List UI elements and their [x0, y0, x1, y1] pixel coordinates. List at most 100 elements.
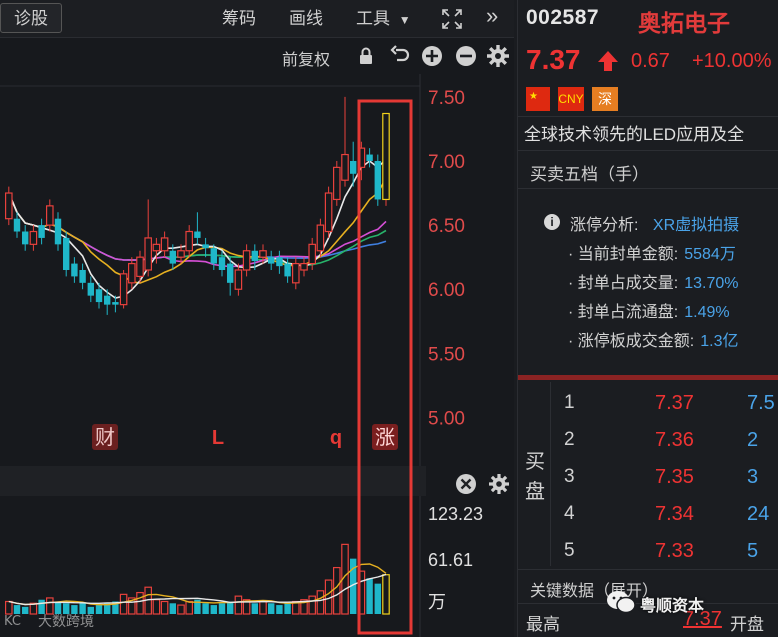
- candle-body: [382, 112, 390, 201]
- volume-bar: [202, 603, 209, 614]
- volume-bar: [259, 600, 267, 615]
- candle-body: [169, 250, 176, 264]
- svg-text:KC: KC: [4, 614, 21, 628]
- bid-level: 5: [564, 540, 575, 561]
- chevron-down-icon: ▼: [398, 13, 411, 27]
- candle-body: [160, 237, 169, 252]
- candle: [268, 250, 275, 270]
- candle-body: [374, 160, 381, 200]
- volume-bar: [185, 600, 194, 615]
- buy-side-label: 买盘: [525, 451, 545, 503]
- volume-bar: [234, 595, 243, 615]
- price-tick-label: 7.50: [428, 88, 465, 109]
- bid-price: 7.35: [655, 466, 694, 488]
- candle-body: [104, 295, 111, 305]
- undo-icon[interactable]: [388, 44, 412, 68]
- candle-body: [350, 160, 357, 174]
- bid-volume: 7.5: [747, 392, 775, 414]
- bid-row[interactable]: 1 7.37 7.5: [551, 384, 778, 421]
- candle-body: [29, 230, 38, 245]
- volume-panel-header: [0, 466, 426, 496]
- company-description[interactable]: 全球技术领先的LED应用及全: [524, 120, 778, 145]
- candle-body: [259, 250, 267, 258]
- candle: [194, 212, 201, 245]
- fullscreen-icon[interactable]: [440, 7, 464, 33]
- volume-bar: [218, 603, 226, 614]
- volume-bar: [227, 601, 234, 614]
- candlestick-chart[interactable]: 7.50 7.00 6.50 6.00 5.50 5.00 123.23 61.61 万 财 Lq…: [0, 74, 514, 637]
- candle: [234, 263, 243, 296]
- tools-button[interactable]: 工具 ▼: [356, 6, 411, 32]
- candle-body: [242, 250, 251, 271]
- draw-line-button[interactable]: 画线: [289, 6, 323, 32]
- diagnose-button[interactable]: 诊股: [0, 3, 62, 33]
- candle-body: [38, 225, 45, 238]
- volume-bar: [366, 578, 373, 614]
- gear-icon[interactable]: [486, 44, 510, 68]
- collapse-button[interactable]: »: [486, 3, 498, 29]
- svg-text:★: ★: [529, 91, 538, 102]
- candle: [54, 212, 62, 251]
- bid-volume: 5: [747, 540, 759, 562]
- volume-bar: [95, 605, 103, 614]
- bid-row[interactable]: 4 7.34 24: [551, 495, 778, 532]
- volume-bar: [22, 606, 29, 614]
- stock-code: 002587: [526, 6, 600, 29]
- candle-body: [177, 250, 185, 258]
- limit-stat-value: 5584万: [684, 246, 736, 263]
- price-change-pct: +10.00%: [692, 50, 772, 72]
- buy-side-column: 买盘: [518, 382, 551, 566]
- volume-bar: [268, 603, 275, 614]
- candle: [185, 225, 194, 258]
- lock-icon[interactable]: [354, 44, 378, 68]
- chips-button[interactable]: 筹码: [222, 6, 256, 32]
- candle-body: [316, 224, 325, 252]
- price-tick-label: 5.50: [428, 344, 465, 365]
- limit-stat-row: · 涨停板成交金额: 1.3亿: [568, 327, 739, 351]
- limit-stat-value: 13.70%: [684, 275, 739, 292]
- bid-price: 7.34: [655, 503, 694, 525]
- bid-volume: 24: [747, 503, 770, 525]
- key-data-toggle[interactable]: 关键数据（展开）: [530, 577, 658, 601]
- candle: [210, 244, 217, 270]
- volume-bar: [276, 605, 283, 614]
- watermark-left: 大数跨境: [38, 613, 94, 629]
- zoom-in-icon[interactable]: [420, 44, 444, 68]
- volume-bar: [308, 595, 317, 615]
- candle-body: [112, 302, 119, 305]
- limit-analysis-row[interactable]: 涨停分析: XR虚拟拍摄: [570, 211, 739, 235]
- volume-bar: [169, 603, 176, 614]
- bid-row[interactable]: 2 7.36 2: [551, 421, 778, 458]
- order-book-title[interactable]: 买卖五档（手）: [530, 160, 649, 185]
- volume-bar: [316, 590, 325, 615]
- limit-stat-value: 1.3亿: [700, 333, 739, 350]
- candle: [242, 244, 251, 277]
- candle-body: [300, 262, 308, 271]
- limit-stat-row: · 当前封单金额: 5584万: [568, 240, 736, 264]
- arrow-up-icon: [598, 51, 618, 71]
- candle: [45, 199, 54, 232]
- candle-body: [210, 248, 217, 264]
- candle: [382, 112, 390, 206]
- adjust-mode-select[interactable]: 前复权: [282, 46, 330, 70]
- candle-body: [366, 154, 373, 161]
- volume-settings-gear-icon[interactable]: [489, 474, 509, 494]
- candle-body: [63, 237, 70, 270]
- bid-level: 1: [564, 392, 575, 413]
- volume-tick-label: 61.61: [428, 550, 473, 570]
- candle-body: [22, 231, 29, 245]
- candle: [119, 270, 128, 309]
- close-icon[interactable]: [456, 474, 476, 494]
- bid-row[interactable]: 5 7.33 5: [551, 532, 778, 569]
- candle: [366, 148, 373, 168]
- event-marker: L: [212, 427, 224, 449]
- limit-analysis-theme[interactable]: XR虚拟拍摄: [653, 217, 739, 234]
- limit-stat-label: · 涨停板成交金额:: [568, 333, 695, 350]
- bid-row[interactable]: 3 7.35 3: [551, 458, 778, 495]
- candle-body: [45, 205, 54, 226]
- candle: [71, 257, 78, 283]
- zoom-out-icon[interactable]: [454, 44, 478, 68]
- candle: [292, 257, 300, 290]
- limit-stat-row: · 封单占流通盘: 1.49%: [568, 298, 730, 322]
- wechat-icon: [607, 591, 636, 614]
